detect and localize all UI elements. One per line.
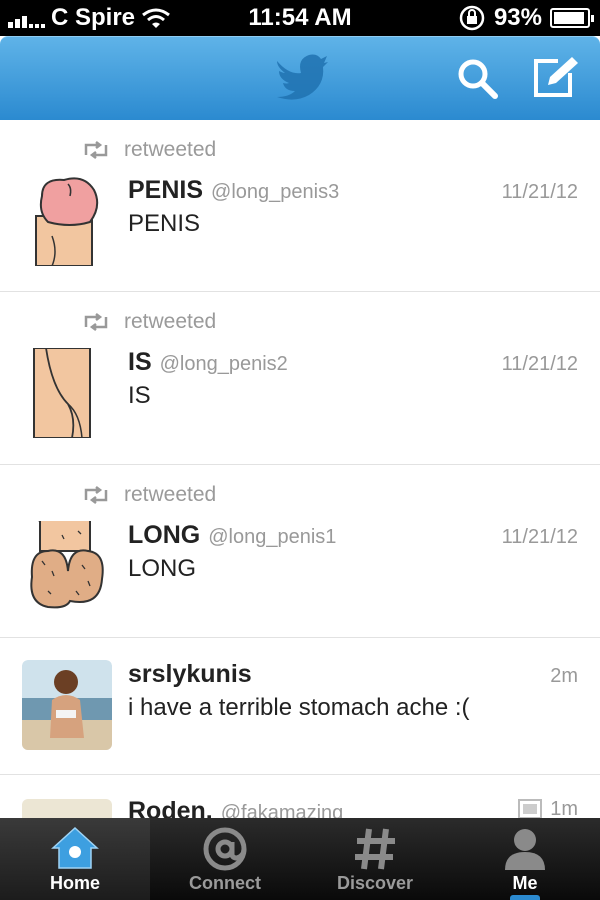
retweet-icon: [84, 313, 108, 331]
at-icon: [203, 827, 247, 871]
retweet-label: retweeted: [124, 483, 217, 506]
tweet-header: IS @long_penis2 11/21/12: [128, 348, 578, 377]
avatar[interactable]: [22, 799, 112, 818]
tweet-timestamp: 2m: [550, 665, 578, 687]
tab-home[interactable]: Home: [0, 818, 150, 900]
avatar[interactable]: [22, 521, 112, 611]
retweet-indicator: retweeted: [82, 138, 216, 162]
tweet-author-name[interactable]: LONG: [128, 521, 200, 550]
retweet-label: retweeted: [124, 138, 217, 161]
tab-bar: Home Connect Discover Me: [0, 818, 600, 900]
tweet-author-name[interactable]: IS: [128, 348, 152, 377]
tweet-author-name[interactable]: Roden.: [128, 797, 213, 818]
tweet-author-name[interactable]: srslykunis: [128, 660, 252, 689]
compose-icon[interactable]: [530, 55, 580, 101]
retweet-indicator: retweeted: [82, 310, 216, 334]
tweet-text: i have a terrible stomach ache :(: [128, 694, 470, 721]
avatar[interactable]: [22, 176, 112, 266]
retweet-indicator: retweeted: [82, 483, 216, 507]
tweet-item[interactable]: retweeted IS @long_penis2 11/21/12 IS: [0, 292, 600, 465]
rotation-lock-icon: [459, 5, 485, 31]
tweet-item[interactable]: retweeted PENIS @long_penis3 11/21/12 PE…: [0, 120, 600, 292]
timeline[interactable]: retweeted PENIS @long_penis3 11/21/12 PE…: [0, 120, 600, 818]
tweet-time-value: 1m: [550, 797, 578, 819]
tweet-author-handle: @long_penis2: [159, 353, 288, 375]
tab-me[interactable]: Me: [450, 818, 600, 900]
tweet-text: PENIS: [128, 210, 201, 237]
tab-label: Connect: [189, 873, 261, 893]
nav-bar: [0, 36, 600, 120]
tweet-author-handle: @long_penis3: [211, 181, 340, 203]
tweet-item[interactable]: Roden. @fakamazing 1m: [0, 775, 600, 818]
tweet-timestamp: 11/21/12: [501, 353, 578, 375]
tweet-timestamp: 11/21/12: [501, 526, 578, 548]
notification-indicator: [510, 895, 540, 900]
retweet-icon: [84, 486, 108, 504]
tweet-header: Roden. @fakamazing 1m: [128, 797, 578, 818]
twitter-bird-icon: [277, 54, 328, 100]
status-bar: C Spire 11:54 AM 93%: [0, 0, 600, 36]
tweet-timestamp: 11/21/12: [501, 181, 578, 203]
avatar[interactable]: [22, 348, 112, 438]
tweet-header: srslykunis 2m: [128, 660, 578, 689]
tweet-item[interactable]: retweeted LONG @long_penis1 11/21/12 LON…: [0, 465, 600, 638]
avatar[interactable]: [22, 660, 112, 750]
battery-percent: 93%: [493, 4, 542, 31]
tweet-header: PENIS @long_penis3 11/21/12: [128, 176, 578, 205]
battery-icon: [550, 8, 594, 28]
tweet-timestamp: 1m: [518, 797, 578, 819]
tweet-author-handle: @long_penis1: [208, 526, 337, 548]
search-icon[interactable]: [456, 57, 500, 101]
hash-icon: [355, 828, 395, 870]
tab-discover[interactable]: Discover: [300, 818, 450, 900]
tab-label: Me: [512, 873, 538, 893]
home-icon: [51, 826, 99, 869]
tweet-item[interactable]: srslykunis 2m i have a terrible stomach …: [0, 638, 600, 775]
tweet-text: IS: [128, 382, 151, 409]
media-icon: [518, 799, 543, 818]
tab-label: Home: [49, 873, 100, 893]
person-icon: [505, 829, 545, 870]
tab-label: Discover: [336, 873, 414, 893]
tab-connect[interactable]: Connect: [150, 818, 300, 900]
status-right: 93%: [458, 4, 594, 32]
retweet-icon: [84, 141, 108, 159]
tweet-author-handle: @fakamazing: [220, 802, 344, 818]
tweet-header: LONG @long_penis1 11/21/12: [128, 521, 578, 550]
tweet-author-name[interactable]: PENIS: [128, 176, 203, 205]
tweet-text: LONG: [128, 555, 197, 582]
retweet-label: retweeted: [124, 310, 217, 333]
